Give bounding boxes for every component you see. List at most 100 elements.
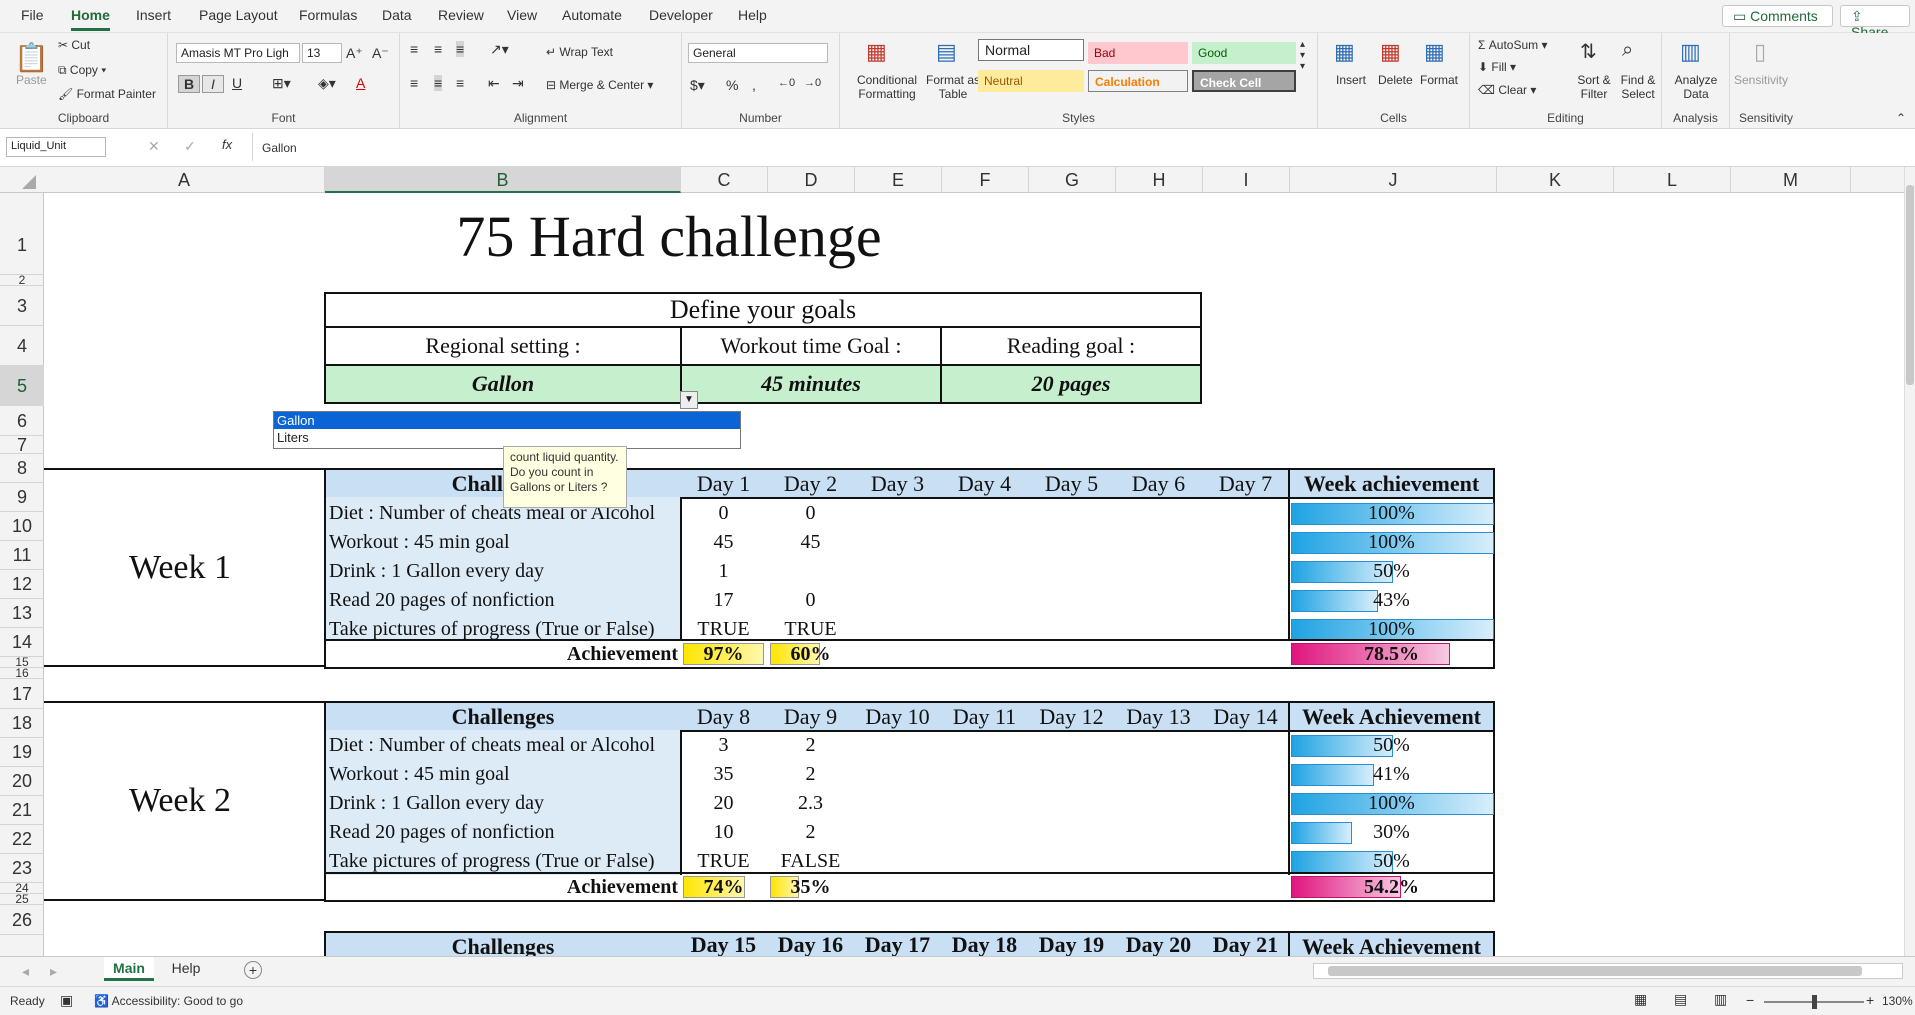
row-header[interactable]: 14 bbox=[0, 628, 44, 657]
increase-font-icon[interactable]: A⁺ bbox=[346, 45, 363, 62]
day-value[interactable]: 0 bbox=[767, 499, 854, 527]
decrease-indent-icon[interactable]: ⇤ bbox=[488, 75, 500, 92]
day-value[interactable]: 35 bbox=[680, 760, 767, 788]
row-header[interactable]: 3 bbox=[0, 286, 44, 326]
horizontal-scroll-thumb[interactable] bbox=[1328, 966, 1862, 976]
vertical-scrollbar[interactable] bbox=[1904, 167, 1915, 956]
style-normal[interactable]: Normal bbox=[978, 39, 1084, 61]
percent-button[interactable]: % bbox=[726, 77, 738, 93]
font-color-button[interactable]: A bbox=[356, 75, 365, 91]
style-check-cell[interactable]: Check Cell bbox=[1192, 70, 1296, 92]
zoom-out-icon[interactable]: − bbox=[1746, 992, 1754, 1008]
day-value[interactable]: 3 bbox=[680, 731, 767, 759]
sheet-tab-help[interactable]: Help bbox=[164, 957, 208, 981]
row-header[interactable]: 22 bbox=[0, 825, 44, 854]
fill-color-icon[interactable]: ◈▾ bbox=[318, 75, 336, 92]
borders-icon[interactable]: ⊞▾ bbox=[272, 75, 291, 92]
align-bottom-icon[interactable]: ≡ bbox=[456, 41, 465, 57]
row-header[interactable]: 1 bbox=[0, 193, 44, 275]
tab-review[interactable]: Review bbox=[438, 7, 484, 23]
add-sheet-icon[interactable]: + bbox=[244, 961, 262, 979]
day-value[interactable]: 2.3 bbox=[767, 789, 854, 817]
autosum-button[interactable]: Σ AutoSum ▾ bbox=[1478, 38, 1547, 52]
number-format-box[interactable]: General bbox=[688, 43, 828, 63]
day-value[interactable]: 0 bbox=[767, 586, 854, 614]
page-layout-icon[interactable]: ▤ bbox=[1674, 991, 1687, 1008]
cancel-icon[interactable]: ✕ bbox=[148, 138, 160, 155]
row-header[interactable]: 6 bbox=[0, 406, 44, 436]
find-select-button[interactable]: Find & Select bbox=[1616, 73, 1660, 101]
tab-automate[interactable]: Automate bbox=[562, 7, 622, 23]
day-value[interactable]: 2 bbox=[767, 760, 854, 788]
day-value[interactable]: 45 bbox=[767, 528, 854, 556]
column-header[interactable]: L bbox=[1614, 167, 1731, 193]
format-painter-button[interactable]: 🖌 Format Painter bbox=[58, 87, 156, 101]
underline-button[interactable]: U bbox=[226, 75, 248, 91]
row-header[interactable]: 20 bbox=[0, 767, 44, 796]
vertical-scroll-thumb[interactable] bbox=[1906, 185, 1914, 385]
paste-button[interactable]: Paste bbox=[16, 73, 47, 87]
column-header[interactable]: I bbox=[1203, 167, 1290, 193]
row-header[interactable]: 12 bbox=[0, 570, 44, 599]
validation-dropdown[interactable]: Gallon Liters bbox=[273, 411, 741, 449]
align-left-icon[interactable]: ≡ bbox=[410, 75, 418, 91]
conditional-formatting-button[interactable]: Conditional Formatting bbox=[848, 73, 926, 101]
row-header[interactable]: 19 bbox=[0, 738, 44, 767]
row-header[interactable]: 5 bbox=[0, 366, 44, 406]
style-neutral[interactable]: Neutral bbox=[978, 70, 1084, 92]
formula-input[interactable]: Gallon bbox=[262, 141, 297, 155]
increase-decimal-icon[interactable]: ←0 bbox=[778, 77, 795, 89]
style-calculation[interactable]: Calculation bbox=[1088, 70, 1188, 92]
tab-next-icon[interactable]: ▸ bbox=[50, 963, 57, 980]
font-size-box[interactable]: 13 bbox=[302, 43, 342, 63]
page-break-icon[interactable]: ▥ bbox=[1714, 991, 1727, 1008]
column-header[interactable]: H bbox=[1116, 167, 1203, 193]
orientation-icon[interactable]: ↗▾ bbox=[490, 41, 509, 58]
row-header[interactable]: 10 bbox=[0, 512, 44, 541]
decrease-decimal-icon[interactable]: →0 bbox=[804, 77, 821, 89]
row-header[interactable]: 7 bbox=[0, 436, 44, 454]
analyze-data-button[interactable]: Analyze Data bbox=[1670, 73, 1722, 101]
column-header[interactable]: K bbox=[1497, 167, 1614, 193]
style-good[interactable]: Good bbox=[1192, 42, 1296, 64]
style-bad[interactable]: Bad bbox=[1088, 42, 1188, 64]
align-top-icon[interactable]: ≡ bbox=[410, 41, 418, 57]
macro-record-icon[interactable]: ▣ bbox=[60, 992, 73, 1009]
format-as-table-button[interactable]: Format as Table bbox=[926, 73, 980, 101]
styles-scroll-icon[interactable]: ▴ ▾ ▾ bbox=[1300, 39, 1305, 72]
tab-view[interactable]: View bbox=[507, 7, 537, 23]
day-value[interactable]: 1 bbox=[680, 557, 767, 585]
zoom-level[interactable]: 130% bbox=[1882, 994, 1913, 1008]
column-header[interactable]: D bbox=[768, 167, 855, 193]
day-value[interactable]: 2 bbox=[767, 818, 854, 846]
share-button[interactable]: ⇪ Share bbox=[1840, 5, 1910, 40]
collapse-ribbon-icon[interactable]: ⌃ bbox=[1896, 111, 1906, 125]
day-value[interactable]: 10 bbox=[680, 818, 767, 846]
workout-goal-cell[interactable]: 45 minutes bbox=[680, 364, 942, 404]
row-header[interactable]: 21 bbox=[0, 796, 44, 825]
clear-button[interactable]: ⌫ Clear ▾ bbox=[1478, 83, 1536, 97]
format-button[interactable]: Format bbox=[1420, 73, 1458, 87]
cut-button[interactable]: ✂ Cut bbox=[58, 38, 90, 52]
column-header[interactable]: C bbox=[681, 167, 768, 193]
tab-prev-icon[interactable]: ◂ bbox=[22, 963, 29, 980]
column-header[interactable]: A bbox=[44, 167, 325, 193]
tab-data[interactable]: Data bbox=[382, 7, 412, 23]
column-header[interactable]: J bbox=[1290, 167, 1497, 193]
dropdown-option-liters[interactable]: Liters bbox=[274, 429, 740, 446]
row-header[interactable]: 9 bbox=[0, 483, 44, 512]
tab-help[interactable]: Help bbox=[738, 7, 767, 23]
tab-page-layout[interactable]: Page Layout bbox=[199, 7, 278, 23]
wrap-text-button[interactable]: ↵ Wrap Text bbox=[546, 45, 613, 59]
column-header[interactable]: M bbox=[1731, 167, 1851, 193]
normal-view-icon[interactable]: ▦ bbox=[1634, 991, 1647, 1008]
row-header[interactable]: 4 bbox=[0, 326, 44, 366]
day-value[interactable]: 45 bbox=[680, 528, 767, 556]
font-name-box[interactable]: Amasis MT Pro Ligh bbox=[176, 43, 300, 63]
tab-file[interactable]: File bbox=[21, 7, 44, 23]
merge-center-button[interactable]: ⊟ Merge & Center ▾ bbox=[546, 78, 653, 92]
row-header[interactable]: 2 bbox=[0, 274, 44, 286]
horizontal-scrollbar[interactable] bbox=[1313, 963, 1903, 979]
comma-icon[interactable]: , bbox=[752, 77, 756, 93]
tab-insert[interactable]: Insert bbox=[136, 7, 171, 23]
